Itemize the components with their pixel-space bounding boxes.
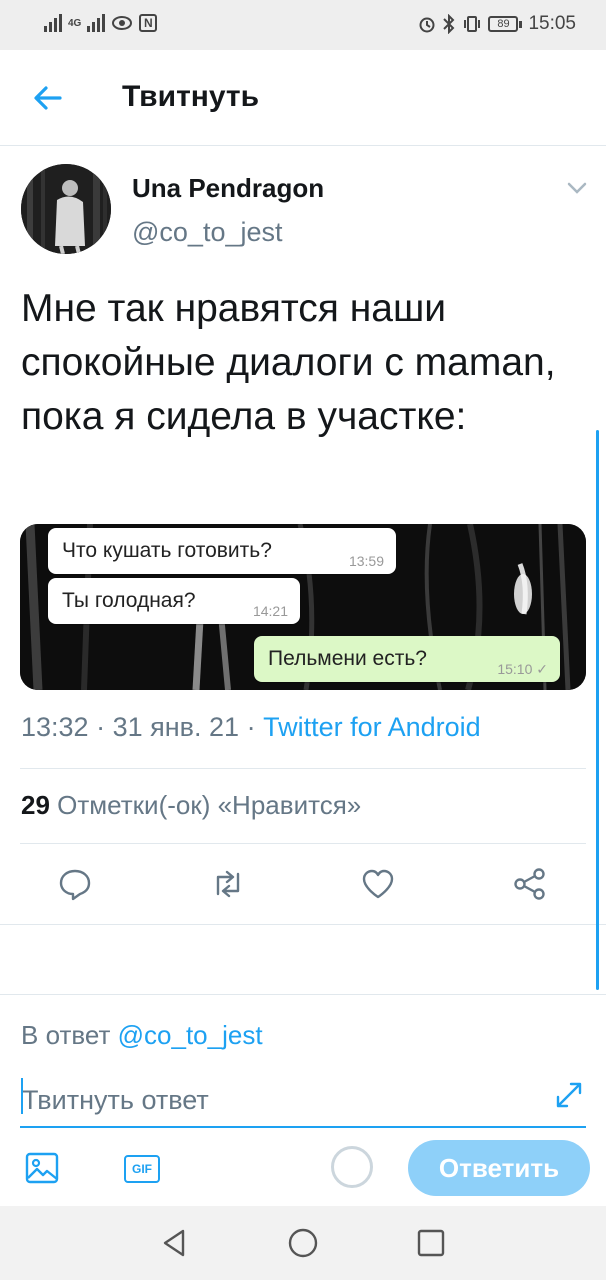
battery-icon: 89 [488, 16, 523, 32]
tweet-meta: 13:32 · 31 янв. 21 · Twitter for Android [21, 712, 481, 743]
scrollbar[interactable] [596, 430, 599, 990]
tweet-source-link[interactable]: Twitter for Android [263, 712, 481, 742]
message-bubble: Что кушать готовить? 13:59 [48, 528, 396, 574]
status-left: 4G N [44, 14, 158, 32]
network-label: 4G [68, 17, 82, 29]
eye-icon [112, 16, 133, 30]
alarm-icon [419, 17, 435, 33]
share-icon[interactable] [512, 866, 548, 902]
reply-to-line: В ответ @co_to_jest [21, 1020, 263, 1051]
reply-icon[interactable] [57, 866, 93, 902]
message-text: Что кушать готовить? [62, 539, 272, 562]
battery-level: 89 [488, 16, 519, 32]
reply-submit-button[interactable]: Ответить [408, 1140, 590, 1196]
character-counter [331, 1146, 373, 1188]
reply-to-prefix: В ответ [21, 1020, 111, 1050]
system-nav-bar [0, 1206, 606, 1280]
message-time: 15:10 ✓ [497, 661, 548, 677]
tweet-time: 13:32 [21, 712, 89, 742]
status-bar: 4G N 89 15:05 [0, 0, 606, 50]
vibrate-icon [464, 16, 481, 32]
divider [20, 768, 586, 769]
divider [0, 924, 606, 925]
message-text: Пельмени есть? [268, 647, 427, 670]
tweet-text: Мне так нравятся наши спокойные диалоги … [21, 287, 556, 438]
status-time: 15:05 [528, 13, 576, 34]
like-icon[interactable] [360, 866, 396, 902]
meta-separator: · [96, 712, 106, 742]
signal-2-icon [87, 14, 106, 32]
arrow-left-icon[interactable] [28, 78, 68, 118]
status-right: 89 15:05 [418, 13, 576, 35]
text-cursor [21, 1078, 23, 1114]
nav-home-icon[interactable] [286, 1226, 320, 1260]
divider [20, 843, 586, 844]
nfc-icon: N [139, 14, 158, 32]
message-time: 13:59 [348, 553, 384, 569]
message-time: 14:21 [252, 603, 288, 619]
page-title: Твитнуть [122, 80, 260, 113]
likes-summary[interactable]: 29 Отметки(-ок) «Нравится» [21, 790, 361, 821]
signal-icon [44, 14, 62, 32]
bluetooth-icon [443, 14, 455, 34]
message-bubble-outgoing: Пельмени есть? 15:10 ✓ [254, 636, 560, 682]
likes-count: 29 [21, 790, 50, 820]
nav-recents-icon[interactable] [414, 1226, 448, 1260]
message-text: Ты голодная? [62, 589, 196, 612]
chevron-down-icon[interactable] [566, 180, 588, 196]
tweet-media[interactable]: Что кушать готовить? 13:59 Ты голодная? … [20, 524, 586, 690]
avatar[interactable] [21, 164, 111, 254]
reply-input[interactable] [20, 1074, 586, 1128]
avatar-photo [21, 164, 111, 254]
likes-label: Отметки(-ок) «Нравится» [57, 790, 362, 820]
image-icon[interactable] [24, 1150, 60, 1186]
message-bubble: Ты голодная? 14:21 [48, 578, 300, 624]
retweet-icon[interactable] [210, 866, 246, 902]
expand-icon[interactable] [554, 1080, 584, 1110]
tweet-date: 31 янв. 21 [112, 712, 240, 742]
nav-back-icon[interactable] [157, 1226, 191, 1260]
meta-separator: · [246, 712, 256, 742]
author-name[interactable]: Una Pendragon [132, 173, 324, 204]
author-handle[interactable]: @co_to_jest [132, 217, 283, 248]
gif-icon[interactable]: GIF [124, 1155, 160, 1183]
top-bar: Твитнуть [0, 50, 606, 146]
reply-to-user[interactable]: @co_to_jest [118, 1020, 263, 1050]
